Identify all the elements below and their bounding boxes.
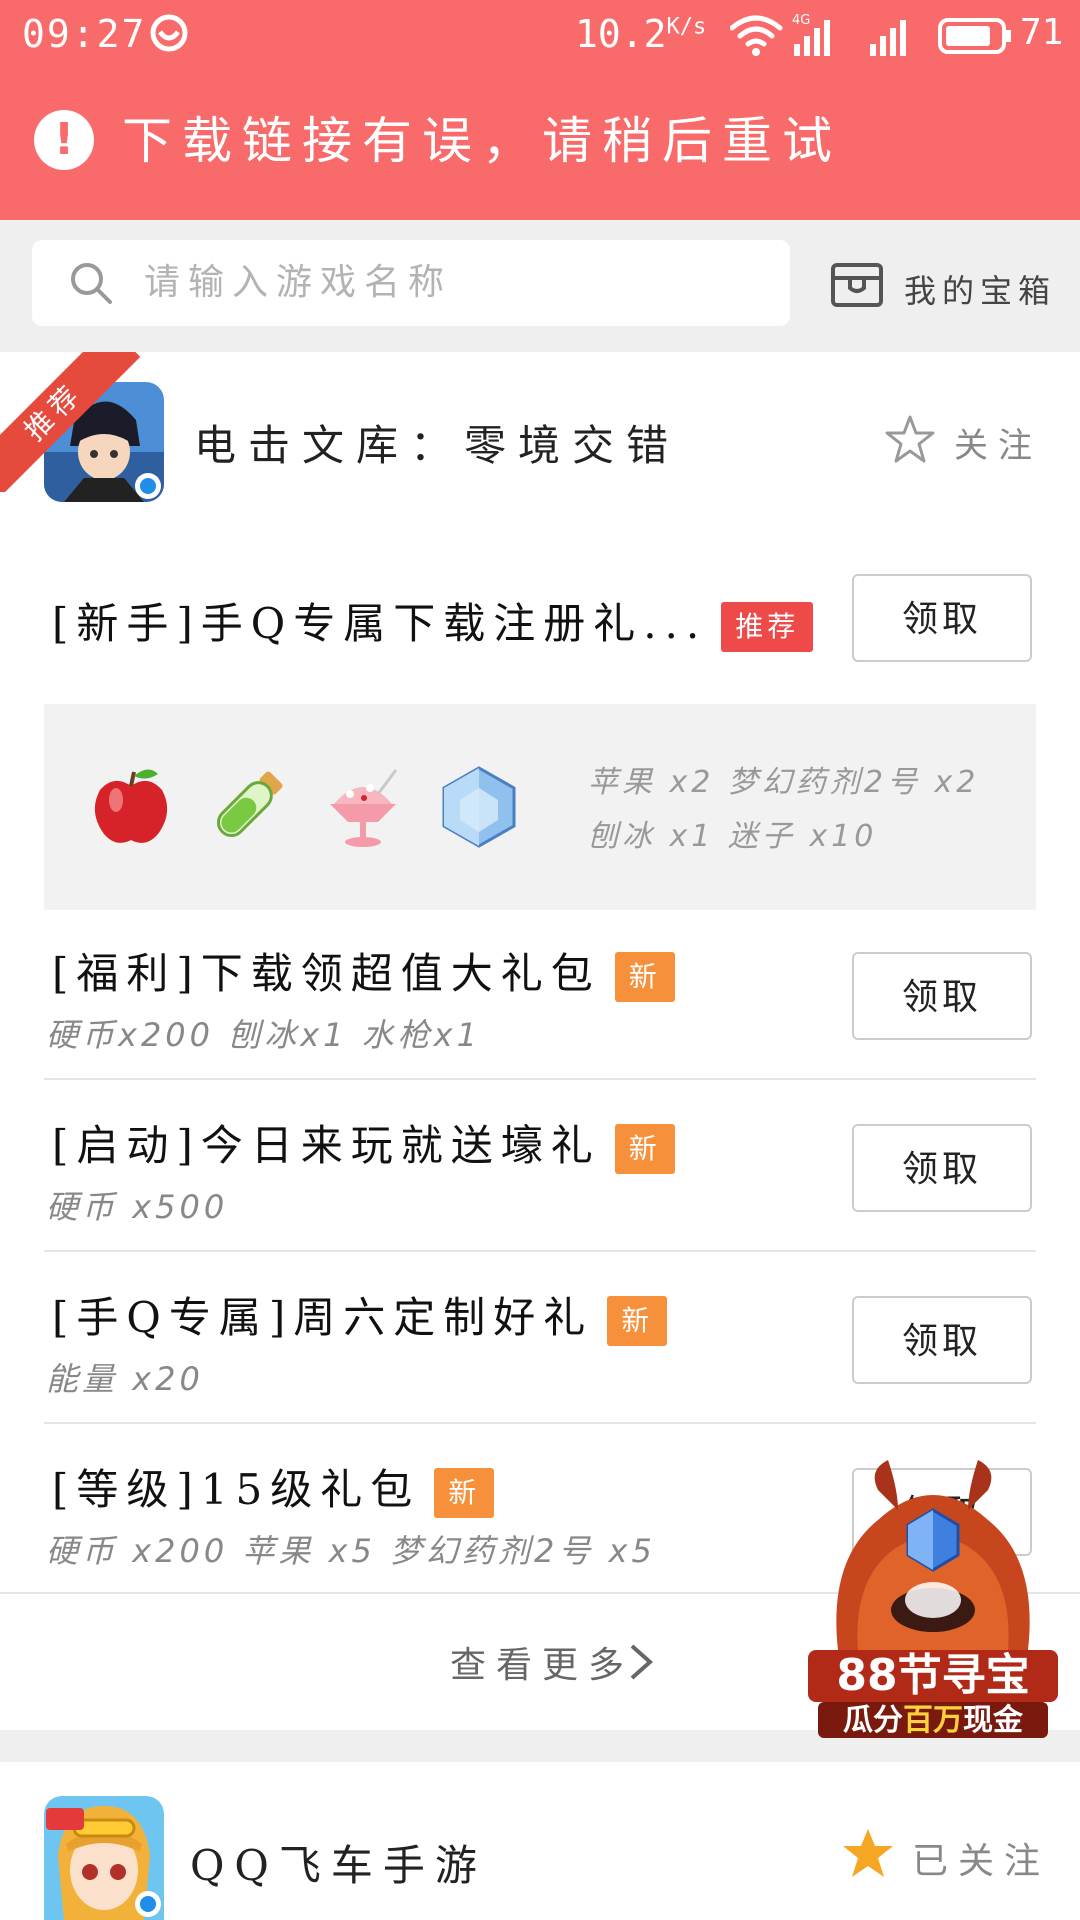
followed-button[interactable]: 已关注 (840, 1826, 1070, 1886)
new-badge: 新 (607, 1296, 668, 1346)
status-bar: 09:27 10.2K/s 4G 71 (0, 0, 1080, 70)
divider (44, 1422, 1036, 1424)
star-filled-icon (843, 1829, 893, 1877)
exclamation-icon: ! (34, 110, 94, 170)
search-placeholder: 请输入游戏名称 (144, 262, 453, 303)
svg-text:4G: 4G (792, 13, 810, 28)
treasure-chest-label: 我的宝箱 (904, 272, 1057, 310)
shaved-ice-icon (330, 769, 398, 847)
game-header: 推荐 电击文库：零境交错 关注 (0, 352, 1080, 532)
gift-items-text: 苹果 x2 梦幻药剂2号 x2 刨冰 x1 迷子 x10 (588, 765, 980, 854)
divider (44, 1250, 1036, 1252)
gift-items-panel: 苹果 x2 梦幻药剂2号 x2 刨冰 x1 迷子 x10 (44, 704, 1036, 910)
svg-text:瓜分百万现金: 瓜分百万现金 (843, 1703, 1024, 1738)
recommend-ribbon: 推荐 (0, 352, 140, 492)
claim-button[interactable]: 领取 (852, 1124, 1032, 1212)
game-icon-art (44, 1796, 164, 1920)
chevron-right-icon (630, 1644, 654, 1680)
game-title[interactable]: QQ飞车手游 (190, 1832, 487, 1893)
followed-label: 已关注 (912, 1841, 1051, 1882)
claim-button[interactable]: 领取 (852, 1296, 1032, 1384)
alert-text: 下载链接有误，请稍后重试 (122, 112, 842, 170)
svg-text:88节寻宝: 88节寻宝 (836, 1650, 1029, 1701)
gift-title: [等级]15级礼包新 (52, 1456, 495, 1518)
new-badge: 新 (614, 952, 675, 1002)
gift-title: [新手]手Q专属下载注册礼... 推荐 (52, 590, 814, 652)
follow-label: 关注 (954, 426, 1042, 466)
new-badge: 新 (434, 1468, 495, 1518)
battery-level: 71 (1020, 12, 1064, 53)
gift-description: 能量 x20 (46, 1360, 204, 1398)
treasure-chest-icon (831, 263, 883, 307)
battery-icon (938, 18, 1011, 54)
gift-title: [启动]今日来玩就送壕礼新 (52, 1112, 675, 1174)
recommend-badge: 推荐 (721, 602, 814, 652)
search-icon (71, 263, 112, 304)
claim-button[interactable]: 领取 (852, 574, 1032, 662)
notification-icon (150, 14, 188, 52)
network-speed: 10.2K/s (575, 12, 707, 56)
gift-title: [手Q专属]周六定制好礼新 (52, 1284, 668, 1346)
signal-icon (870, 20, 906, 56)
treasure-chest-button[interactable]: 我的宝箱 (830, 260, 1070, 316)
search-row: 请输入游戏名称 我的宝箱 (0, 220, 1080, 350)
potion-icon (216, 771, 283, 838)
game-icon[interactable] (44, 1796, 164, 1920)
follow-button[interactable]: 关注 (884, 414, 1064, 470)
gift-title: [福利]下载领超值大礼包新 (52, 940, 675, 1002)
treasure-hunt-promo[interactable]: 88节寻宝 瓜分百万现金 (808, 1450, 1058, 1740)
new-badge: 新 (614, 1124, 675, 1174)
apple-icon (94, 769, 168, 843)
star-outline-icon (885, 415, 935, 463)
wifi-icon (730, 15, 783, 47)
claim-button[interactable]: 领取 (852, 952, 1032, 1040)
gift-description: 硬币x200 刨冰x1 水枪x1 (46, 1016, 481, 1054)
signal-icons: 4G (730, 13, 1011, 56)
game-title[interactable]: 电击文库：零境交错 (194, 412, 680, 473)
gift-description: 硬币 x200 苹果 x5 梦幻药剂2号 x5 (46, 1532, 656, 1570)
status-time: 09:27 (22, 12, 147, 56)
gift-description: 硬币 x500 (46, 1188, 229, 1226)
error-banner: 09:27 10.2K/s 4G 71 ! 下载链接有误，请稍后重试 (0, 0, 1080, 220)
divider (44, 1078, 1036, 1080)
search-input[interactable]: 请输入游戏名称 (32, 240, 790, 326)
crystal-icon (442, 766, 516, 848)
promo-art: 88节寻宝 瓜分百万现金 (808, 1460, 1058, 1738)
recommend-ribbon-label: 推荐 (0, 352, 140, 492)
game-card: QQ飞车手游 已关注 (0, 1762, 1080, 1920)
view-more-label: 查看更多 (450, 1645, 635, 1686)
